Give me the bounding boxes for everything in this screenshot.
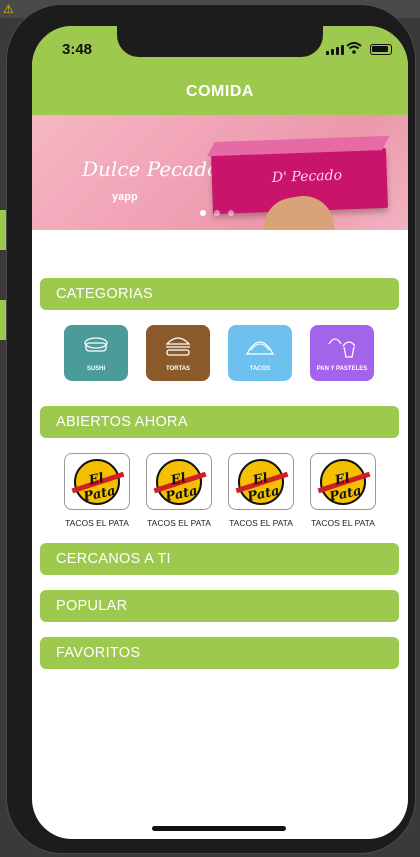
section-open-now[interactable]: ABIERTOS AHORA [40,406,399,438]
category-sushi[interactable]: SUSHI [64,325,128,381]
warning-icon: ⚠ [3,2,14,16]
carousel-dot[interactable] [228,210,234,216]
burger-icon [165,337,191,356]
shop-card[interactable]: El Pata TACOS EL PATA [310,453,376,528]
category-tortas[interactable]: TORTAS [146,325,210,381]
category-label: TORTAS [165,366,191,372]
category-list: SUSHI TORTAS TACOS PAN Y PASTELES [64,325,384,383]
promo-banner[interactable]: Dulce Pecado yapp D' Pecado [32,115,408,230]
carousel-dot[interactable] [200,210,206,216]
shop-card[interactable]: El Pata TACOS EL PATA [228,453,294,528]
category-pan-y-pasteles[interactable]: PAN Y PASTELES [310,325,374,381]
phone-frame: 3:48 COMIDA Dulce Pecado yapp D' Pecado [6,4,416,854]
shop-name: TACOS EL PATA [65,518,129,528]
section-categories[interactable]: CATEGORIAS [40,278,399,310]
notch [117,26,323,57]
shop-card[interactable]: El Pata TACOS EL PATA [64,453,130,528]
shop-logo: El Pata [146,453,212,510]
signal-icon [326,45,344,55]
sushi-icon [84,337,108,352]
phone-screen: 3:48 COMIDA Dulce Pecado yapp D' Pecado [32,26,408,839]
category-label: SUSHI [86,366,106,372]
home-indicator[interactable] [152,826,286,831]
shop-logo: El Pata [310,453,376,510]
app-header: 3:48 COMIDA [32,26,408,115]
carousel-dots[interactable] [200,210,234,216]
taco-icon [245,341,275,355]
shop-card[interactable]: El Pata TACOS EL PATA [146,453,212,528]
carousel-dot[interactable] [214,210,220,216]
category-label: TACOS [249,366,271,372]
page-title: COMIDA [186,83,254,100]
category-tacos[interactable]: TACOS [228,325,292,381]
banner-powered: yapp [112,191,138,203]
cupcake-icon [328,338,356,358]
wifi-icon [346,42,362,54]
battery-icon [370,44,392,55]
shop-logo: El Pata [228,453,294,510]
status-time: 3:48 [62,41,93,58]
category-label: PAN Y PASTELES [316,366,368,372]
shop-name: TACOS EL PATA [229,518,293,528]
section-favorites[interactable]: FAVORITOS [40,637,399,669]
banner-brand: Dulce Pecado [82,157,220,181]
shop-logo: El Pata [64,453,130,510]
section-nearby[interactable]: CERCANOS A TI [40,543,399,575]
banner-box-brand: D' Pecado [271,167,343,186]
shop-name: TACOS EL PATA [311,518,375,528]
section-popular[interactable]: POPULAR [40,590,399,622]
shop-name: TACOS EL PATA [147,518,211,528]
